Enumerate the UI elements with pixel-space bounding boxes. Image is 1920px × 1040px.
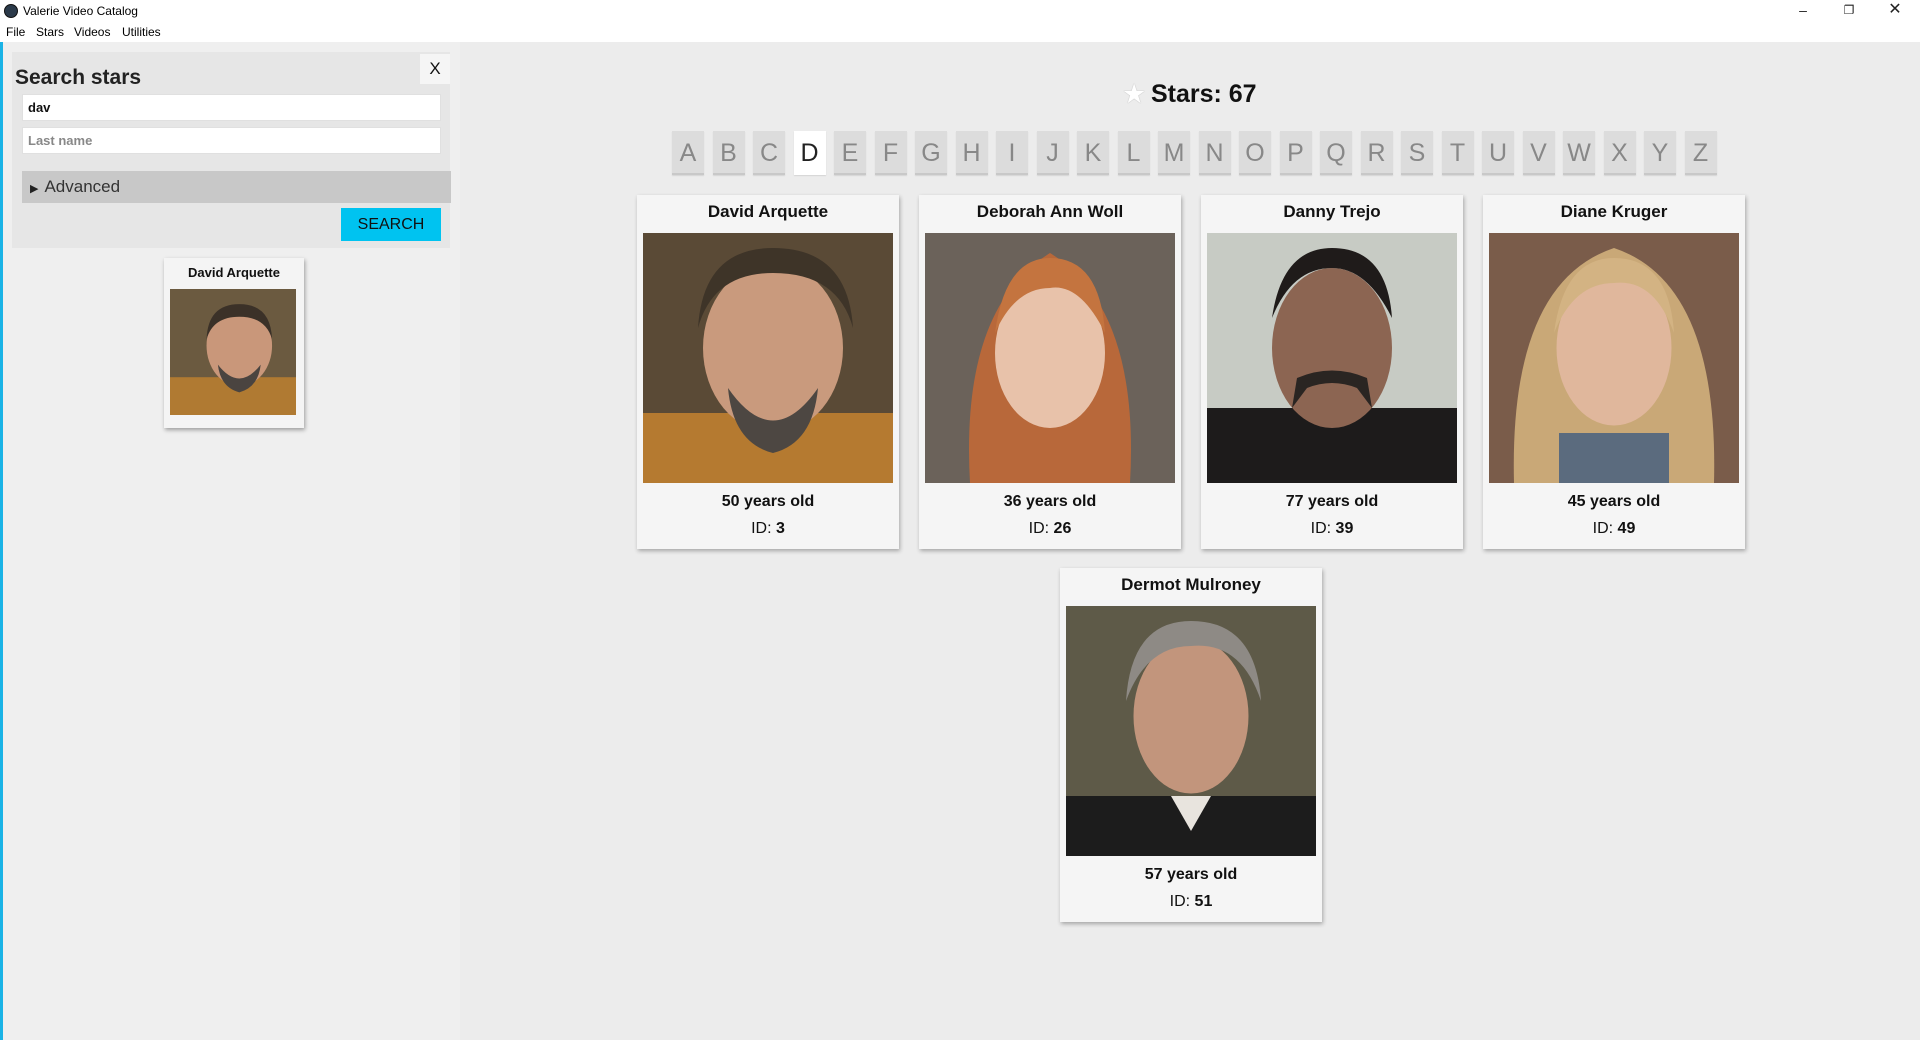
letter-h-button[interactable]: H — [955, 131, 988, 175]
star-name: Diane Kruger — [1560, 202, 1668, 221]
letter-n-button[interactable]: N — [1198, 131, 1231, 175]
star-name: Deborah Ann Woll — [976, 202, 1124, 221]
letter-z-button[interactable]: Z — [1684, 131, 1717, 175]
maximize-button[interactable]: ❐ — [1826, 0, 1872, 22]
star-photo — [925, 233, 1175, 483]
letter-b-button[interactable]: B — [712, 131, 745, 175]
star-age: 45 years old — [1567, 493, 1661, 510]
letter-o-button[interactable]: O — [1239, 131, 1271, 175]
advanced-toggle[interactable]: ▶ Advanced — [22, 171, 451, 203]
star-card[interactable]: Diane Kruger 45 years old ID: 49 — [1483, 195, 1745, 549]
star-age: 36 years old — [1003, 493, 1097, 510]
letter-t-button[interactable]: T — [1441, 131, 1474, 175]
letter-g-button[interactable]: G — [915, 131, 947, 175]
menu-videos[interactable]: Videos — [74, 25, 110, 39]
close-search-button[interactable]: X — [420, 54, 450, 84]
letter-a-button[interactable]: A — [672, 131, 704, 175]
star-card[interactable]: David Arquette 50 years old ID: 3 — [637, 195, 899, 549]
letter-f-button[interactable]: F — [874, 131, 907, 175]
star-card[interactable]: Dermot Mulroney 57 years old ID: 51 — [1060, 568, 1322, 922]
star-photo — [1207, 233, 1457, 483]
last-name-input[interactable] — [22, 127, 441, 154]
star-card[interactable]: Deborah Ann Woll 36 years old ID: 26 — [919, 195, 1181, 549]
app-logo-icon — [4, 4, 18, 18]
letter-c-button[interactable]: C — [753, 131, 785, 175]
letter-r-button[interactable]: R — [1360, 131, 1393, 175]
window-title: Valerie Video Catalog — [23, 4, 138, 18]
search-sidebar: Search stars X ▶ Advanced SEARCH David Ar… — [0, 42, 460, 1040]
search-button[interactable]: SEARCH — [341, 208, 441, 241]
menu-stars[interactable]: Stars — [36, 25, 64, 39]
letter-p-button[interactable]: P — [1279, 131, 1312, 175]
letter-m-button[interactable]: M — [1158, 131, 1190, 175]
letter-d-button[interactable]: D — [793, 131, 826, 175]
star-age: 57 years old — [1144, 866, 1238, 883]
letter-y-button[interactable]: Y — [1644, 131, 1676, 175]
star-id: ID: 51 — [1169, 893, 1213, 910]
letter-l-button[interactable]: L — [1117, 131, 1150, 175]
star-name: David Arquette — [707, 202, 829, 221]
menu-file[interactable]: File — [6, 25, 25, 39]
search-result-card[interactable]: David Arquette — [164, 258, 304, 428]
star-photo — [1489, 233, 1739, 483]
letter-v-button[interactable]: V — [1522, 131, 1555, 175]
letter-e-button[interactable]: E — [834, 131, 866, 175]
letter-k-button[interactable]: K — [1077, 131, 1109, 175]
star-age: 77 years old — [1285, 493, 1379, 510]
stars-header: ★ Stars: 67 — [460, 80, 1920, 109]
letter-q-button[interactable]: Q — [1320, 131, 1352, 175]
star-id: ID: 49 — [1592, 520, 1636, 537]
letter-j-button[interactable]: J — [1036, 131, 1069, 175]
search-title: Search stars — [15, 66, 142, 89]
minimize-button[interactable]: – — [1780, 0, 1826, 22]
menu-bar: File Stars Videos Utilities — [0, 22, 1920, 42]
star-photo — [1066, 606, 1316, 856]
stars-count: Stars: 67 — [1150, 80, 1257, 108]
star-photo — [643, 233, 893, 483]
advanced-label: Advanced — [44, 177, 121, 196]
letter-i-button[interactable]: I — [996, 131, 1028, 175]
star-name: Dermot Mulroney — [1121, 575, 1261, 594]
star-age: 50 years old — [721, 493, 815, 510]
menu-utilities[interactable]: Utilities — [122, 25, 161, 39]
title-bar: Valerie Video Catalog – ❐ ✕ — [0, 0, 1920, 22]
letter-s-button[interactable]: S — [1401, 131, 1433, 175]
stars-main: ★ Stars: 67 ABCDEFGHIJKLMNOPQRSTUVWXYZ Da… — [460, 42, 1920, 1040]
star-id: ID: 39 — [1310, 520, 1354, 537]
letter-u-button[interactable]: U — [1482, 131, 1514, 175]
star-id: ID: 3 — [751, 520, 785, 537]
search-panel: Search stars X ▶ Advanced SEARCH — [12, 52, 451, 248]
search-result-name: David Arquette — [188, 265, 280, 280]
star-icon: ★ — [1123, 81, 1145, 108]
letter-w-button[interactable]: W — [1563, 131, 1595, 175]
star-name: Danny Trejo — [1283, 202, 1381, 221]
star-card[interactable]: Danny Trejo 77 years old ID: 39 — [1201, 195, 1463, 549]
first-name-input[interactable] — [22, 94, 441, 121]
letter-x-button[interactable]: X — [1603, 131, 1636, 175]
star-id: ID: 26 — [1028, 520, 1072, 537]
close-window-button[interactable]: ✕ — [1872, 0, 1918, 22]
star-photo — [170, 289, 296, 415]
triangle-right-icon: ▶ — [30, 183, 39, 195]
